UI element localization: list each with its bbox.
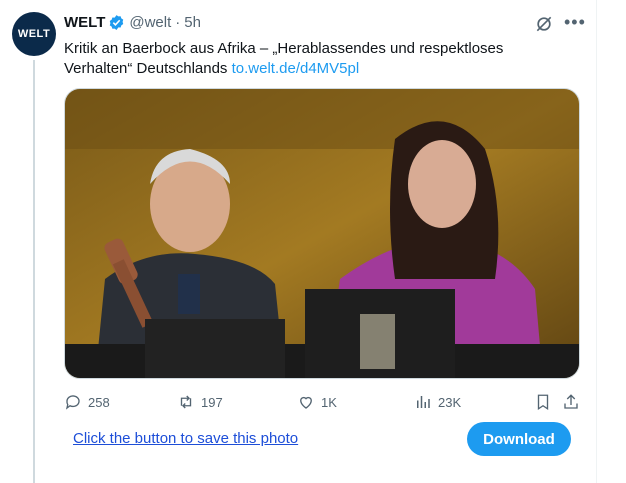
author-name[interactable]: WELT — [64, 14, 105, 31]
timestamp[interactable]: 5h — [184, 14, 201, 31]
bookmark-button[interactable] — [534, 393, 552, 411]
download-button[interactable]: Download — [467, 422, 571, 456]
like-count: 1K — [321, 394, 337, 410]
avatar-logo-text: WELT — [17, 28, 51, 40]
tweet-link[interactable]: to.welt.de/d4MV5pl — [232, 60, 360, 77]
bookmark-icon — [537, 394, 549, 411]
views-button[interactable]: 23K — [414, 393, 461, 411]
reply-button[interactable]: 258 — [64, 393, 110, 411]
repost-button[interactable]: 197 — [177, 393, 223, 411]
views-icon — [417, 396, 430, 408]
repost-icon — [180, 395, 192, 409]
author-handle[interactable]: @welt — [129, 14, 171, 31]
repost-count: 197 — [201, 394, 223, 410]
tweet-actions: 258 197 1K 23K — [64, 393, 580, 413]
heart-icon — [300, 396, 312, 409]
reply-count: 258 — [88, 394, 110, 410]
like-button[interactable]: 1K — [297, 393, 337, 411]
tweet-photo[interactable] — [64, 88, 580, 379]
tweet-text: Kritik an Baerbock aus Afrika – „Herabla… — [64, 39, 564, 79]
tweet-header: WELT @welt · 5h — [64, 14, 201, 31]
verified-badge-icon — [110, 15, 124, 30]
share-icon — [564, 394, 578, 409]
share-button[interactable] — [562, 393, 580, 411]
more-options-icon[interactable]: ••• — [564, 12, 586, 33]
view-count: 23K — [438, 394, 462, 410]
photo-image — [65, 89, 579, 378]
grok-icon[interactable] — [534, 14, 554, 34]
thread-line — [33, 60, 35, 483]
save-photo-link[interactable]: Click the button to save this photo — [73, 430, 298, 447]
reply-icon — [65, 395, 80, 410]
avatar[interactable]: WELT — [12, 12, 56, 56]
separator-dot: · — [175, 14, 181, 31]
